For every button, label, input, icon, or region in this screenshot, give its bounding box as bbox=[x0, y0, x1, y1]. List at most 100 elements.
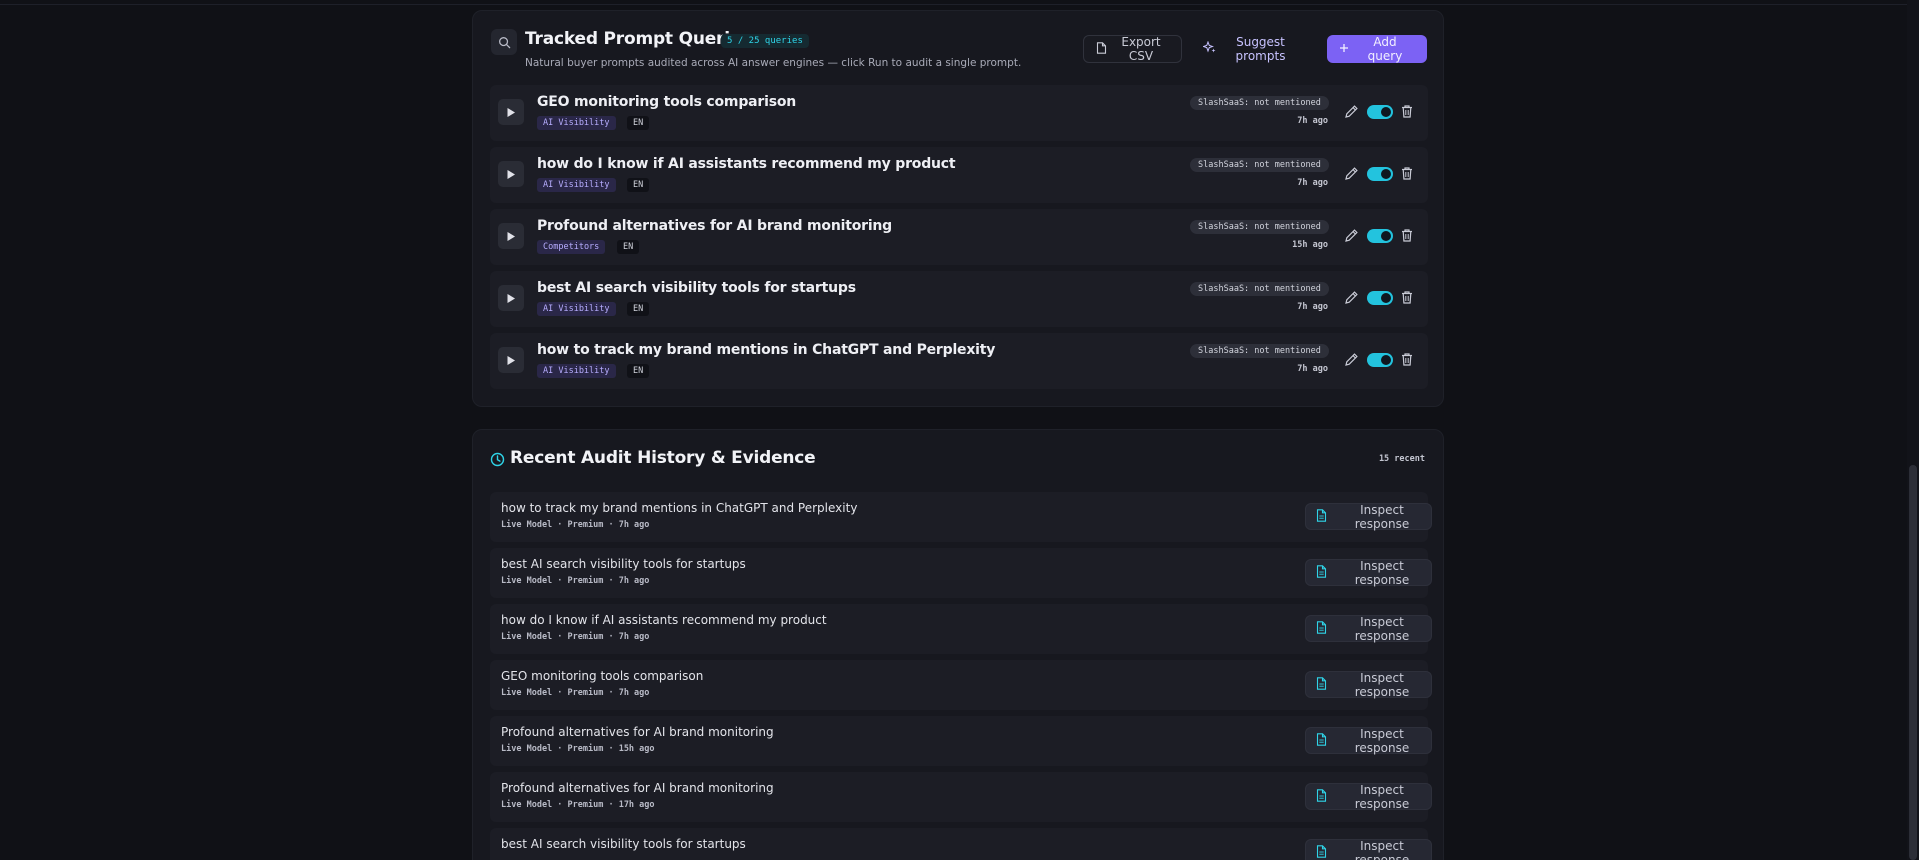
history-query-text: Profound alternatives for AI brand monit… bbox=[501, 725, 774, 739]
panel-subtitle: Natural buyer prompts audited across AI … bbox=[525, 57, 1022, 69]
play-button[interactable] bbox=[498, 161, 524, 187]
history-query-text: best AI search visibility tools for star… bbox=[501, 837, 746, 851]
category-tag: AI Visibility bbox=[537, 178, 616, 192]
mention-status-badge: SlashSaaS: not mentioned bbox=[1190, 344, 1329, 358]
query-text: how do I know if AI assistants recommend… bbox=[537, 156, 956, 172]
clock-icon bbox=[490, 452, 505, 467]
suggest-prompts-label: Suggest prompts bbox=[1235, 35, 1286, 63]
category-tag: AI Visibility bbox=[537, 302, 616, 316]
history-query-text: Profound alternatives for AI brand monit… bbox=[501, 781, 774, 795]
query-row: best AI search visibility tools for star… bbox=[490, 271, 1428, 327]
search-icon bbox=[491, 29, 517, 55]
history-row: Profound alternatives for AI brand monit… bbox=[490, 772, 1432, 822]
document-icon bbox=[1316, 620, 1327, 637]
play-button[interactable] bbox=[498, 285, 524, 311]
play-button[interactable] bbox=[498, 223, 524, 249]
add-query-label: Add query bbox=[1367, 35, 1403, 63]
document-icon bbox=[1316, 508, 1327, 525]
history-query-text: best AI search visibility tools for star… bbox=[501, 557, 746, 571]
pencil-icon[interactable] bbox=[1344, 290, 1360, 306]
export-csv-button[interactable]: Export CSV bbox=[1083, 35, 1182, 63]
export-csv-label: Export CSV bbox=[1121, 35, 1161, 63]
recent-count: 15 recent bbox=[1378, 454, 1425, 464]
document-icon bbox=[1316, 844, 1327, 860]
panel-title: Recent Audit History & Evidence bbox=[510, 448, 816, 468]
history-row: GEO monitoring tools comparison Live Mod… bbox=[490, 660, 1432, 710]
pencil-icon[interactable] bbox=[1344, 166, 1360, 182]
enabled-toggle[interactable] bbox=[1367, 167, 1393, 181]
play-icon bbox=[506, 165, 516, 184]
tracked-queries-panel: Tracked Prompt Queries 5 / 25 queries Na… bbox=[472, 10, 1444, 407]
inspect-response-label: Inspect response bbox=[1354, 726, 1410, 755]
mention-status-badge: SlashSaaS: not mentioned bbox=[1190, 96, 1329, 110]
add-query-button[interactable]: Add query bbox=[1327, 35, 1427, 63]
sparkles-icon bbox=[1202, 40, 1216, 57]
last-run-time: 7h ago bbox=[1297, 178, 1328, 188]
trash-icon[interactable] bbox=[1400, 352, 1416, 368]
trash-icon[interactable] bbox=[1400, 290, 1416, 306]
history-query-text: how to track my brand mentions in ChatGP… bbox=[501, 501, 858, 515]
scrollbar-thumb[interactable] bbox=[1909, 465, 1917, 860]
inspect-response-label: Inspect response bbox=[1354, 614, 1410, 643]
play-icon bbox=[506, 227, 516, 246]
play-icon bbox=[506, 351, 516, 370]
enabled-toggle[interactable] bbox=[1367, 291, 1393, 305]
history-row: Profound alternatives for AI brand monit… bbox=[490, 716, 1432, 766]
history-meta: Live Model · Premium · 7h ago bbox=[501, 688, 650, 698]
page-scrollbar[interactable] bbox=[1907, 0, 1919, 860]
audit-history-panel: Recent Audit History & Evidence 15 recen… bbox=[472, 429, 1444, 860]
document-icon bbox=[1316, 788, 1327, 805]
inspect-response-button[interactable]: Inspect response bbox=[1305, 726, 1432, 755]
query-row: how to track my brand mentions in ChatGP… bbox=[490, 333, 1428, 389]
category-tag: Competitors bbox=[537, 240, 606, 254]
pencil-icon[interactable] bbox=[1344, 104, 1360, 120]
last-run-time: 7h ago bbox=[1297, 116, 1328, 126]
query-row: Profound alternatives for AI brand monit… bbox=[490, 209, 1428, 265]
inspect-response-label: Inspect response bbox=[1354, 670, 1410, 699]
top-divider bbox=[0, 4, 1919, 5]
trash-icon[interactable] bbox=[1400, 228, 1416, 244]
trash-icon[interactable] bbox=[1400, 104, 1416, 120]
play-icon bbox=[506, 289, 516, 308]
language-tag: EN bbox=[627, 364, 650, 378]
category-tag: AI Visibility bbox=[537, 364, 616, 378]
query-text: GEO monitoring tools comparison bbox=[537, 94, 797, 110]
mention-status-badge: SlashSaaS: not mentioned bbox=[1190, 282, 1329, 296]
play-button[interactable] bbox=[498, 347, 524, 373]
pencil-icon[interactable] bbox=[1344, 228, 1360, 244]
enabled-toggle[interactable] bbox=[1367, 353, 1393, 367]
inspect-response-label: Inspect response bbox=[1354, 558, 1410, 587]
last-run-time: 7h ago bbox=[1297, 364, 1328, 374]
document-icon bbox=[1316, 676, 1327, 693]
inspect-response-button[interactable]: Inspect response bbox=[1305, 503, 1432, 531]
language-tag: EN bbox=[617, 240, 640, 254]
history-meta: Live Model · Premium · 17h ago bbox=[501, 800, 655, 810]
history-meta: Live Model · Premium · 7h ago bbox=[501, 520, 650, 530]
history-row: how to track my brand mentions in ChatGP… bbox=[490, 492, 1432, 542]
inspect-response-button[interactable]: Inspect response bbox=[1305, 839, 1432, 860]
query-text: Profound alternatives for AI brand monit… bbox=[537, 218, 893, 234]
pencil-icon[interactable] bbox=[1344, 352, 1360, 368]
file-icon bbox=[1096, 41, 1107, 57]
document-icon bbox=[1316, 564, 1327, 581]
suggest-prompts-button[interactable]: Suggest prompts bbox=[1191, 35, 1311, 63]
language-tag: EN bbox=[627, 178, 650, 192]
inspect-response-button[interactable]: Inspect response bbox=[1305, 614, 1432, 643]
play-icon bbox=[506, 103, 516, 122]
inspect-response-button[interactable]: Inspect response bbox=[1305, 558, 1432, 587]
history-meta: Live Model · Premium · 15h ago bbox=[501, 744, 655, 754]
trash-icon[interactable] bbox=[1400, 166, 1416, 182]
query-count-badge: 5 / 25 queries bbox=[721, 34, 809, 48]
enabled-toggle[interactable] bbox=[1367, 105, 1393, 119]
history-meta: Live Model · Premium · 7h ago bbox=[501, 632, 650, 642]
inspect-response-button[interactable]: Inspect response bbox=[1305, 670, 1432, 699]
inspect-response-button[interactable]: Inspect response bbox=[1305, 783, 1432, 811]
language-tag: EN bbox=[627, 302, 650, 316]
play-button[interactable] bbox=[498, 99, 524, 125]
history-query-text: how do I know if AI assistants recommend… bbox=[501, 613, 827, 627]
enabled-toggle[interactable] bbox=[1367, 229, 1393, 243]
language-tag: EN bbox=[627, 116, 650, 130]
panel-title: Tracked Prompt Queries bbox=[525, 29, 752, 49]
history-row: best AI search visibility tools for star… bbox=[490, 828, 1432, 860]
last-run-time: 7h ago bbox=[1297, 302, 1328, 312]
